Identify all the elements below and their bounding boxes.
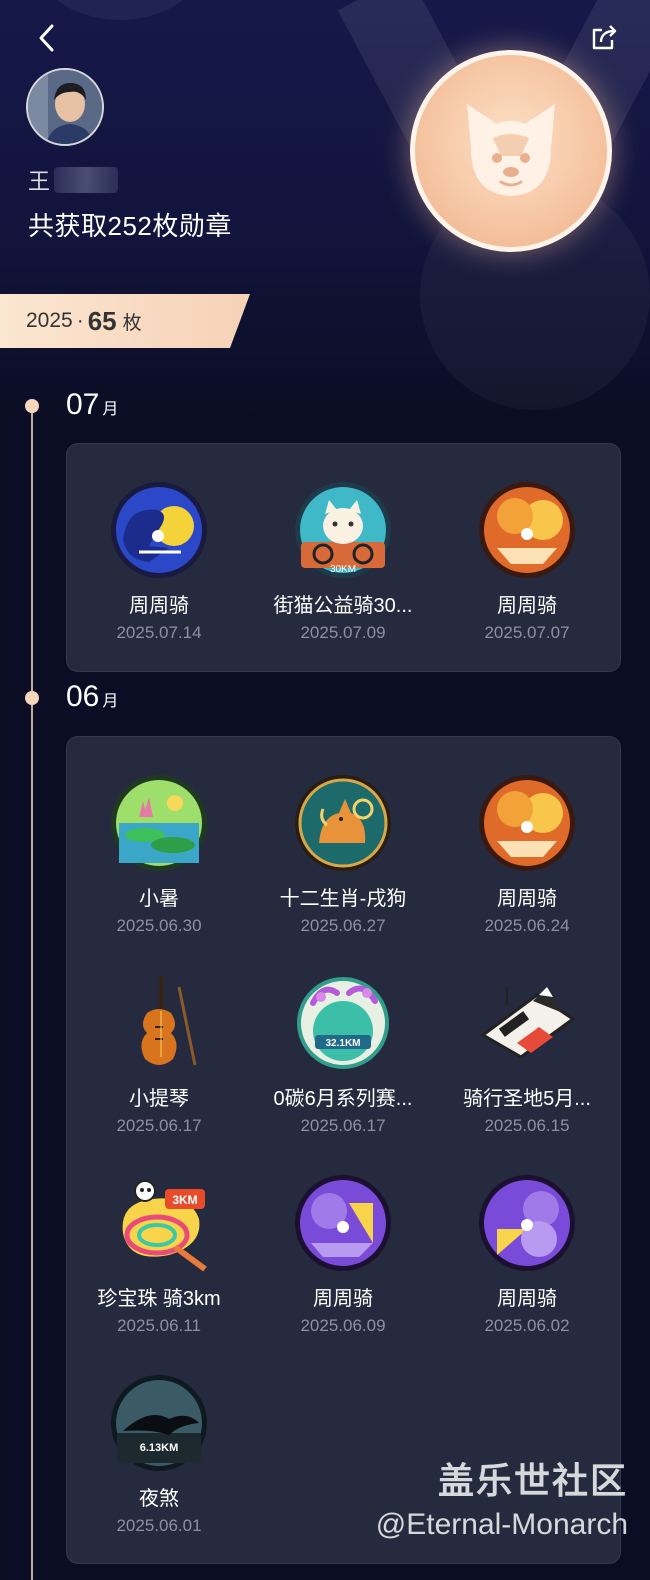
badge-item[interactable]: 骑行圣地5月... 2025.06.15: [435, 973, 619, 1136]
badge-item[interactable]: 十二生肖-戌狗 2025.06.27: [251, 773, 435, 936]
month-card-06: 小暑 2025.06.30 十二生肖-戌狗 2025.06.27 周周骑 202…: [66, 736, 621, 1564]
total-badges-text: 共获取252枚勋章: [28, 211, 232, 241]
badge-item[interactable]: 小暑 2025.06.30: [67, 773, 251, 936]
weekly-ride-purple-medal-icon: [479, 1175, 575, 1271]
watermark-title: 盖乐世社区: [437, 1460, 628, 1501]
badge-item[interactable]: 3KM 珍宝珠 骑3km 2025.06.11: [67, 1173, 251, 1336]
night-fury-6km-medal-icon: 6.13KM: [111, 1375, 207, 1471]
badge-item[interactable]: 30KM 街猫公益骑30... 2025.07.09: [251, 480, 435, 643]
svg-text:30KM: 30KM: [330, 564, 356, 575]
cycling-holy-land-medal-icon: [480, 987, 576, 1059]
back-button[interactable]: [30, 20, 64, 56]
badge-item[interactable]: 6.13KM 夜煞 2025.06.01: [67, 1373, 251, 1536]
zodiac-dog-medal-icon: [295, 775, 391, 871]
husky-dog-icon: [467, 104, 555, 196]
svg-text:3KM: 3KM: [172, 1193, 197, 1207]
weekly-ride-purple-medal-icon: [295, 1175, 391, 1271]
badge-item[interactable]: 周周骑 2025.07.07: [435, 480, 619, 643]
xiaoshu-medal-icon: [111, 775, 207, 871]
month-label-06: 06 月: [66, 680, 119, 713]
avatar[interactable]: [26, 68, 104, 146]
timeline-dot: [25, 399, 39, 413]
badge-item[interactable]: 周周骑 2025.06.02: [435, 1173, 619, 1336]
svg-text:32.1KM: 32.1KM: [325, 1038, 360, 1049]
redacted-name: [54, 167, 119, 193]
badge-item[interactable]: 周周骑 2025.07.14: [67, 480, 251, 643]
badge-item[interactable]: 32.1KM 0碳6月系列赛... 2025.06.17: [251, 973, 435, 1136]
violin-medal-icon: [141, 977, 197, 1066]
share-button[interactable]: [588, 20, 622, 56]
featured-medal[interactable]: [410, 50, 612, 252]
chupa-chups-3km-medal-icon: 3KM: [122, 1180, 207, 1272]
year-summary-tag: 2025 · 65 枚: [0, 294, 250, 348]
month-label-07: 07 月: [66, 388, 119, 421]
zero-carbon-32km-medal-icon: 32.1KM: [297, 977, 389, 1069]
badge-item[interactable]: 周周骑 2025.06.24: [435, 773, 619, 936]
timeline-line: [31, 405, 33, 1580]
street-cat-30km-medal-icon: 30KM: [295, 482, 391, 578]
weekly-ride-orange-medal-icon: [479, 775, 575, 871]
share-icon: [592, 25, 617, 50]
badge-item[interactable]: 小提琴 2025.06.17: [67, 973, 251, 1136]
weekly-ride-orange-medal-icon: [479, 482, 575, 578]
timeline-dot: [25, 691, 39, 705]
weekly-ride-blue-medal-icon: [111, 482, 207, 578]
chevron-left-icon: [39, 24, 54, 52]
month-card-07: 周周骑 2025.07.14 30KM 街猫公益骑30... 2025.07.0…: [66, 443, 621, 672]
svg-text:6.13KM: 6.13KM: [140, 1442, 179, 1454]
watermark-handle: @Eternal-Monarch: [375, 1508, 628, 1541]
badge-item[interactable]: 周周骑 2025.06.09: [251, 1173, 435, 1336]
username: 王: [28, 166, 119, 194]
